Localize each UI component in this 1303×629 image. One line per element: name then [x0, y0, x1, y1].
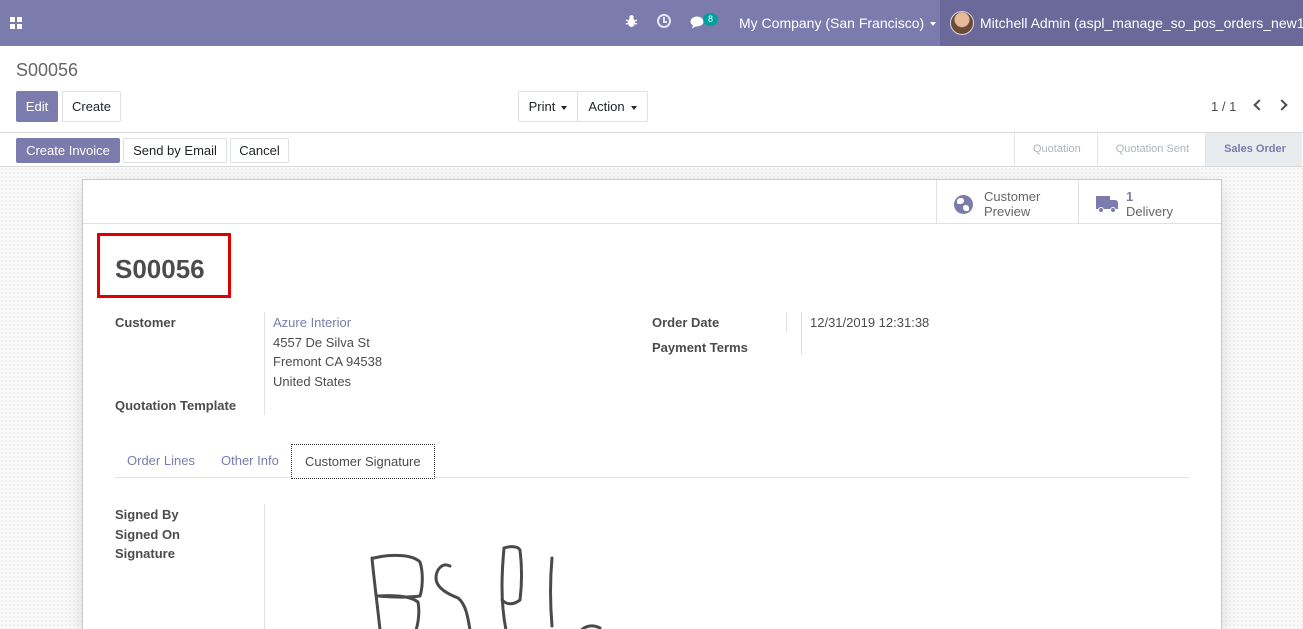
stage-sales-order[interactable]: Sales Order [1205, 133, 1302, 166]
form-statusbar: Create Invoice Send by Email Cancel Quot… [0, 132, 1303, 167]
stage-pipeline: Quotation Quotation Sent Sales Order [1014, 133, 1302, 166]
apps-menu-icon[interactable] [10, 17, 22, 29]
user-menu[interactable]: Mitchell Admin (aspl_manage_so_pos_order… [940, 0, 1303, 46]
notebook-tabs: Order Lines Other Info Customer Signatur… [115, 444, 1189, 479]
pager-previous-icon[interactable] [1253, 99, 1265, 111]
customer-address-line3: United States [273, 374, 352, 389]
edit-button[interactable]: Edit [16, 91, 58, 122]
create-invoice-button[interactable]: Create Invoice [16, 138, 120, 163]
globe-icon [954, 195, 973, 214]
signed-by-label: Signed By [115, 507, 179, 522]
chevron-down-icon [630, 105, 637, 110]
cancel-button[interactable]: Cancel [230, 138, 289, 163]
tab-other-info[interactable]: Other Info [209, 444, 291, 478]
customer-preview-label-line2: Preview [984, 204, 1031, 219]
print-dropdown[interactable]: Print [518, 91, 578, 122]
top-navbar: 8 My Company (San Francisco) Mitchell Ad… [0, 0, 1303, 46]
smart-button-box: Customer Preview 1 Delivery [83, 180, 1221, 224]
customer-link[interactable]: Azure Interior [273, 315, 351, 330]
field-separator [801, 312, 802, 355]
create-button[interactable]: Create [62, 91, 121, 122]
field-separator [786, 312, 787, 332]
chevron-down-icon [561, 105, 568, 110]
delivery-count: 1 [1126, 189, 1134, 204]
signed-on-label: Signed On [115, 527, 180, 542]
company-switcher[interactable]: My Company (San Francisco) [739, 15, 937, 31]
send-by-email-button[interactable]: Send by Email [123, 138, 227, 163]
user-name: Mitchell Admin (aspl_manage_so_pos_order… [980, 15, 1303, 31]
breadcrumb: S00056 [16, 60, 79, 80]
action-label: Action [588, 99, 625, 114]
field-separator [264, 312, 265, 415]
chat-count-badge: 8 [703, 13, 718, 26]
order-date-label: Order Date [652, 315, 720, 330]
pager-value[interactable]: 1 / 1 [1211, 99, 1236, 114]
order-date-value: 12/31/2019 12:31:38 [810, 315, 930, 330]
customer-label: Customer [115, 315, 176, 330]
action-dropdown[interactable]: Action [577, 91, 648, 122]
signature-image [370, 545, 602, 629]
delivery-button[interactable]: 1 Delivery [1078, 180, 1221, 223]
form-sheet: Customer Preview 1 Delivery [82, 179, 1222, 629]
tab-order-lines[interactable]: Order Lines [115, 444, 207, 478]
signature-label: Signature [115, 546, 175, 561]
stage-quotation[interactable]: Quotation [1014, 133, 1097, 166]
tab-customer-signature[interactable]: Customer Signature [291, 444, 435, 479]
truck-icon [1096, 196, 1118, 213]
delivery-label: Delivery [1126, 204, 1173, 219]
quotation-template-label: Quotation Template [115, 398, 237, 413]
record-title: S00056 [115, 254, 205, 284]
pager-next-icon[interactable] [1276, 99, 1288, 111]
stage-quotation-sent[interactable]: Quotation Sent [1096, 133, 1205, 166]
customer-preview-button[interactable]: Customer Preview [936, 180, 1079, 223]
payment-terms-label: Payment Terms [652, 340, 748, 355]
print-label: Print [528, 99, 556, 114]
avatar [950, 11, 974, 35]
field-separator [264, 504, 265, 629]
bug-icon[interactable] [625, 14, 638, 28]
customer-preview-label-line1: Customer [984, 189, 1041, 204]
chevron-down-icon [930, 22, 937, 27]
customer-address-line1: 4557 De Silva St [273, 335, 370, 350]
customer-address-line2: Fremont CA 94538 [273, 354, 383, 369]
activity-clock-icon[interactable] [657, 14, 671, 28]
company-name: My Company (San Francisco) [739, 15, 925, 31]
